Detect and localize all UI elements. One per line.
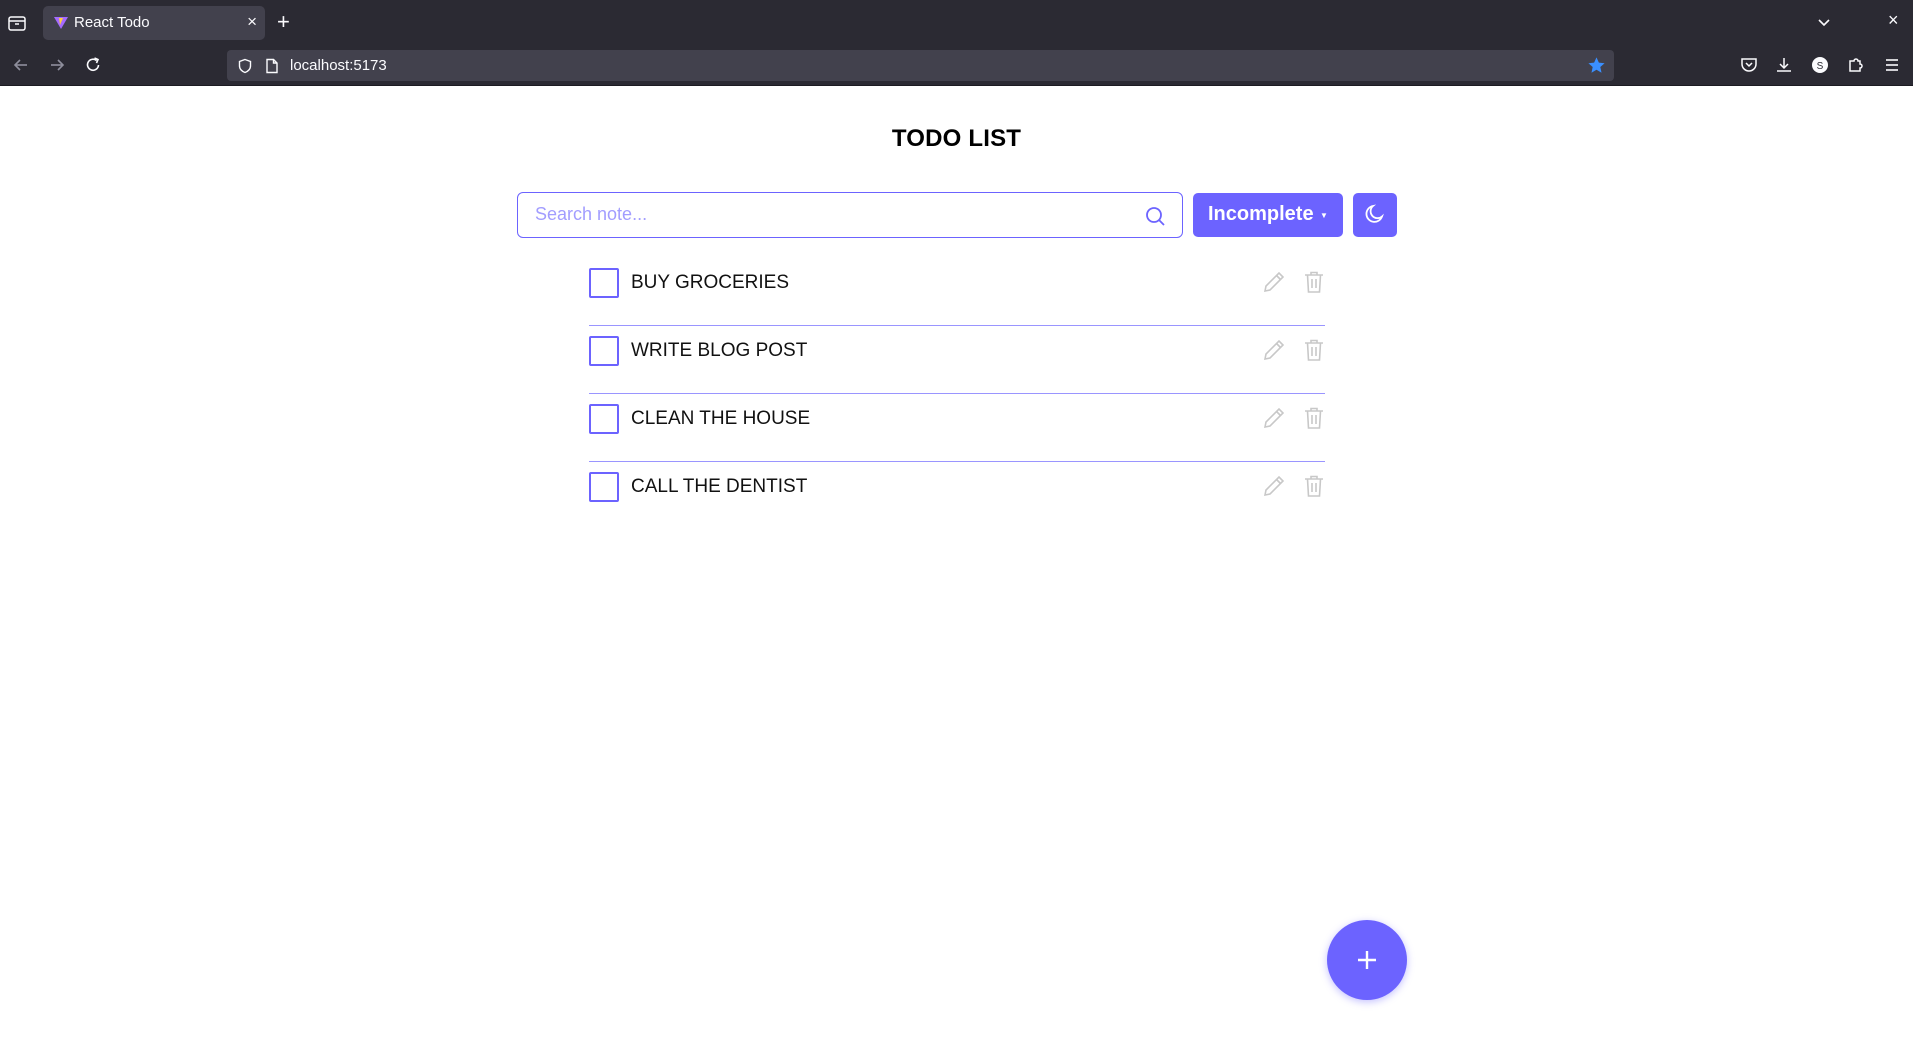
new-tab-button[interactable]: +: [277, 10, 290, 34]
todo-list: BUY GROCERIES WRITE BLOG POST CLEAN THE …: [589, 258, 1325, 530]
chevron-down-icon[interactable]: [1814, 12, 1834, 32]
todo-item: CLEAN THE HOUSE: [589, 394, 1325, 462]
page-title: TODO LIST: [891, 125, 1022, 152]
tab-title: React Todo: [74, 14, 150, 31]
add-todo-button[interactable]: [1327, 920, 1407, 1000]
todo-checkbox[interactable]: [589, 268, 619, 298]
tab-overview-icon[interactable]: [6, 12, 28, 34]
menu-icon[interactable]: [1882, 55, 1902, 75]
download-icon[interactable]: [1774, 55, 1794, 75]
vite-favicon-icon: [54, 17, 68, 29]
trash-icon[interactable]: [1301, 337, 1327, 363]
tab-close-icon[interactable]: ×: [247, 13, 257, 31]
shield-icon[interactable]: [237, 58, 253, 74]
moon-icon: [1365, 204, 1384, 223]
filter-selected-label: Incomplete: [1208, 203, 1314, 225]
edit-icon[interactable]: [1261, 405, 1287, 431]
browser-tab[interactable]: React Todo ×: [43, 6, 265, 40]
todo-checkbox[interactable]: [589, 472, 619, 502]
browser-navbar: localhost:5173 S: [0, 44, 1913, 86]
url-text[interactable]: localhost:5173: [290, 57, 387, 74]
theme-toggle-button[interactable]: [1353, 193, 1397, 237]
browser-tabbar: React Todo × + ×: [0, 0, 1913, 44]
filter-select[interactable]: Incomplete ▼: [1193, 193, 1343, 237]
todo-label: WRITE BLOG POST: [631, 340, 808, 361]
chevron-down-icon: ▼: [1320, 211, 1328, 220]
todo-label: BUY GROCERIES: [631, 272, 790, 293]
page-icon[interactable]: [265, 58, 279, 74]
url-bar[interactable]: localhost:5173: [227, 50, 1614, 81]
todo-label: CLEAN THE HOUSE: [631, 408, 811, 429]
todo-item: BUY GROCERIES: [589, 258, 1325, 326]
extensions-icon[interactable]: [1846, 55, 1866, 75]
search-input[interactable]: [518, 193, 1118, 236]
account-icon[interactable]: S: [1810, 55, 1830, 75]
plus-icon: [1358, 951, 1376, 969]
back-arrow-icon[interactable]: [11, 55, 31, 75]
window-close-button[interactable]: ×: [1888, 10, 1899, 31]
todo-checkbox[interactable]: [589, 336, 619, 366]
reload-icon[interactable]: [83, 55, 103, 75]
bookmark-star-icon[interactable]: [1587, 56, 1606, 75]
forward-arrow-icon[interactable]: [47, 55, 67, 75]
svg-text:S: S: [1817, 61, 1824, 72]
trash-icon[interactable]: [1301, 473, 1327, 499]
todo-label: CALL THE DENTIST: [631, 476, 808, 497]
todo-item: WRITE BLOG POST: [589, 326, 1325, 394]
edit-icon[interactable]: [1261, 473, 1287, 499]
trash-icon[interactable]: [1301, 269, 1327, 295]
trash-icon[interactable]: [1301, 405, 1327, 431]
pocket-icon[interactable]: [1739, 55, 1759, 75]
todo-item: CALL THE DENTIST: [589, 462, 1325, 530]
edit-icon[interactable]: [1261, 337, 1287, 363]
edit-icon[interactable]: [1261, 269, 1287, 295]
search-icon[interactable]: [1144, 205, 1166, 227]
search-box[interactable]: [517, 192, 1183, 238]
todo-checkbox[interactable]: [589, 404, 619, 434]
